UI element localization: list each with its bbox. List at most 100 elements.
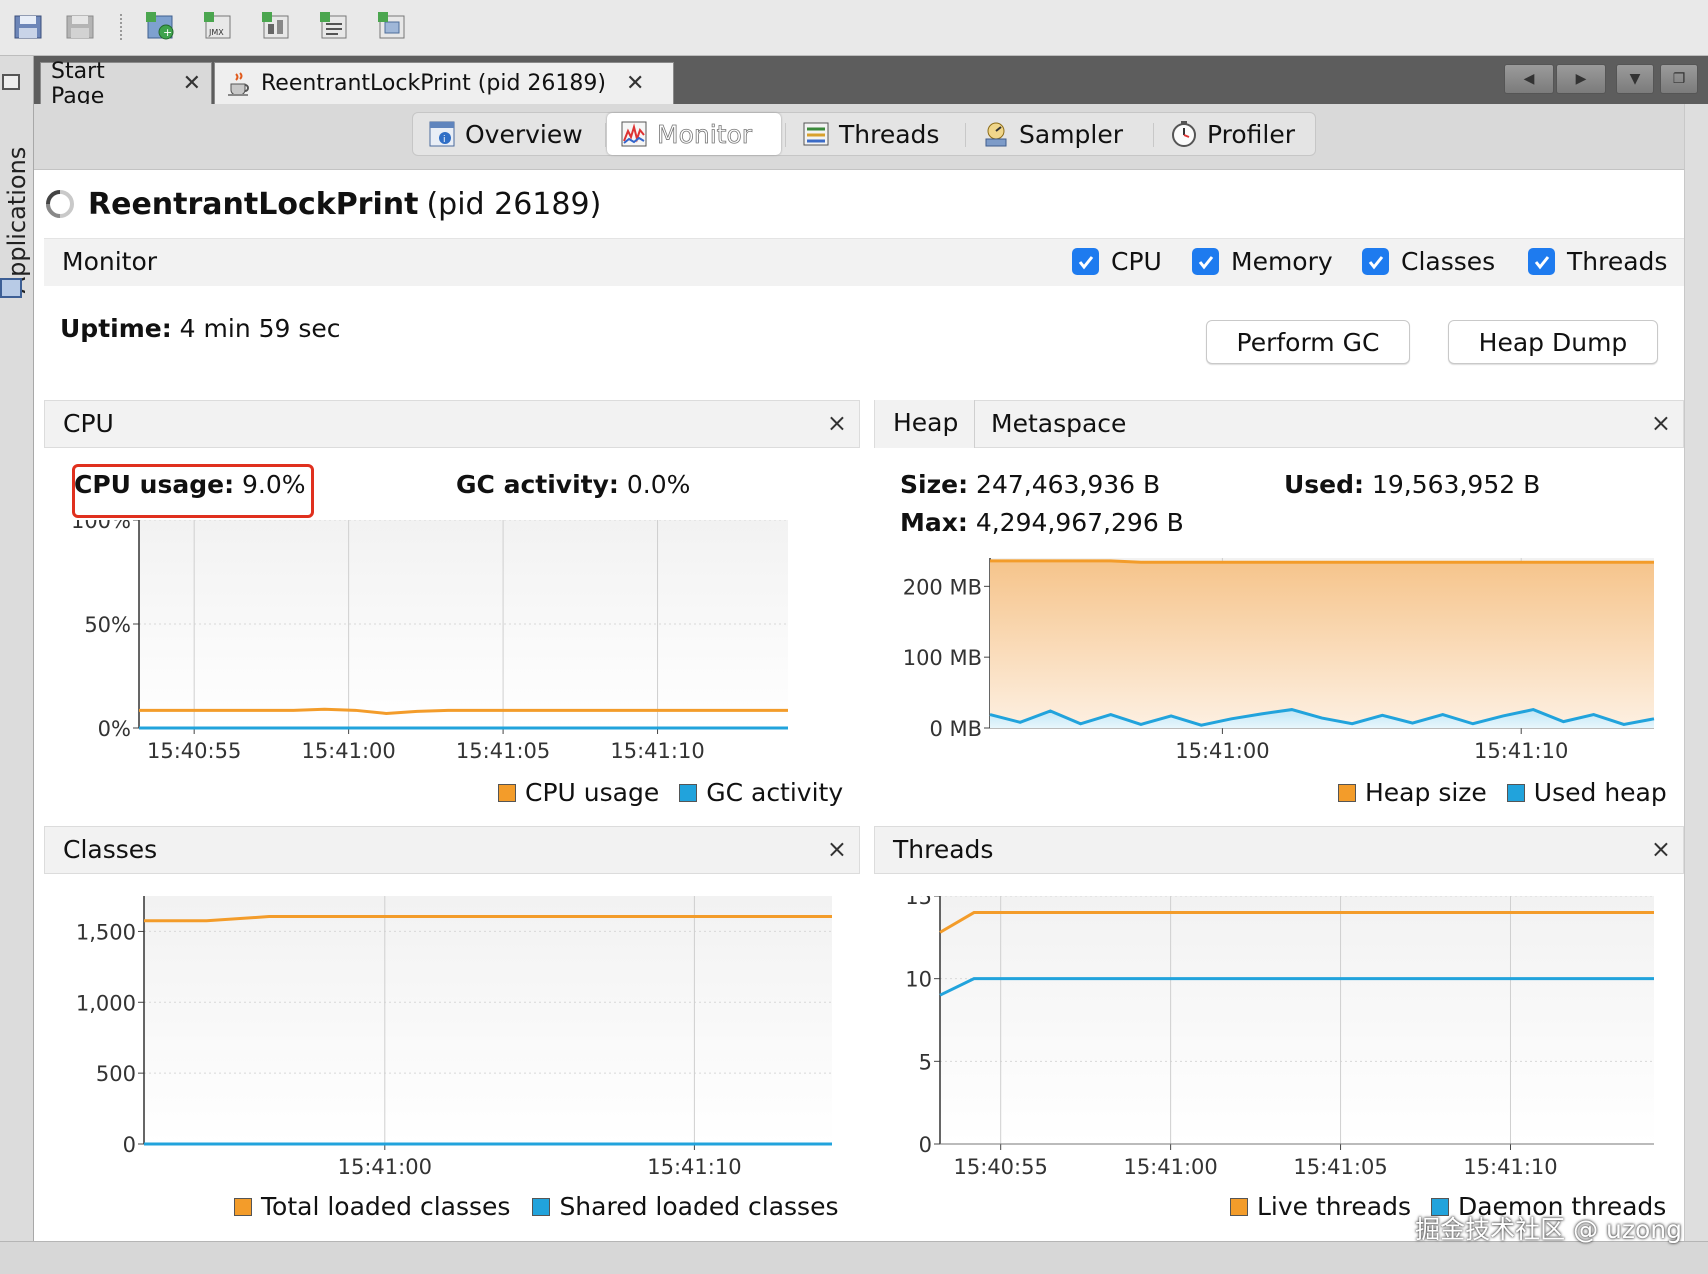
maximize-icon[interactable]: ❐ bbox=[1660, 64, 1698, 94]
add-jmx-icon[interactable]: + bbox=[142, 10, 178, 44]
x-tick-label: 15:40:55 bbox=[147, 739, 241, 760]
checkbox-threads-label: Threads bbox=[1567, 247, 1668, 276]
scroll-right-icon[interactable]: ▶ bbox=[1556, 64, 1606, 94]
y-tick-label: 5 bbox=[919, 1050, 932, 1074]
save-disabled-icon bbox=[62, 10, 98, 44]
plot-area bbox=[940, 896, 1654, 1144]
tab-application[interactable]: ReentrantLockPrint (pid 26189) ✕ bbox=[214, 62, 674, 104]
y-tick-label: 200 MB bbox=[903, 575, 982, 599]
svg-text:JMX: JMX bbox=[208, 28, 224, 37]
x-tick-label: 15:41:05 bbox=[456, 739, 550, 760]
threads-panel: Threads × 0 5 10 15 15:40:55 15:41:00 15:41:05… bbox=[874, 826, 1684, 1236]
tab-overview[interactable]: i Overview bbox=[427, 113, 597, 155]
y-tick-label: 10 bbox=[905, 968, 932, 992]
perform-gc-button[interactable]: Perform GC bbox=[1206, 320, 1410, 364]
classes-panel-header: Classes × bbox=[44, 826, 860, 874]
x-tick-label: 15:41:10 bbox=[647, 1155, 741, 1179]
sampler-icon bbox=[985, 122, 1007, 147]
legend-swatch-orange bbox=[1230, 1197, 1248, 1216]
legend-live-threads: Live threads bbox=[1257, 1192, 1411, 1221]
tab-threads-label: Threads bbox=[839, 119, 940, 149]
tab-sampler-label: Sampler bbox=[1019, 119, 1124, 149]
add-jmx-connection-icon[interactable]: JMX bbox=[200, 10, 236, 44]
tab-profiler[interactable]: Profiler bbox=[1161, 113, 1311, 155]
heap-panel-header: Heap Metaspace × bbox=[874, 400, 1684, 448]
y-tick-label: 0% bbox=[98, 717, 131, 741]
y-tick-label: 0 bbox=[919, 1133, 932, 1157]
y-tick-label: 0 bbox=[123, 1133, 136, 1157]
tab-start-page-label: Start Page bbox=[51, 58, 105, 109]
clock-icon bbox=[1172, 121, 1196, 147]
close-icon[interactable]: × bbox=[1651, 409, 1671, 437]
y-tick-label: 50% bbox=[84, 613, 131, 637]
tab-metaspace[interactable]: Metaspace bbox=[991, 409, 1126, 438]
cpu-panel-header: CPU × bbox=[44, 400, 860, 448]
heap-panel: Heap Metaspace × Size: 247,463,936 B Use… bbox=[874, 400, 1684, 820]
classes-panel-title: Classes bbox=[63, 835, 158, 864]
window-restore-icon[interactable] bbox=[2, 74, 20, 90]
snapshot-icon[interactable] bbox=[374, 10, 410, 44]
y-tick-label: 100 MB bbox=[903, 646, 982, 670]
legend-swatch-blue bbox=[1506, 783, 1525, 802]
close-icon[interactable]: ✕ bbox=[626, 71, 644, 96]
close-icon[interactable]: × bbox=[827, 835, 847, 863]
close-icon[interactable]: × bbox=[1651, 835, 1671, 863]
page-title: ReentrantLockPrint (pid 26189) bbox=[44, 180, 601, 228]
x-tick-label: 15:41:10 bbox=[1474, 739, 1568, 758]
highlight-box bbox=[72, 464, 314, 518]
checkmark-icon bbox=[1362, 248, 1389, 275]
y-tick-label: 1,000 bbox=[76, 991, 136, 1015]
tab-sampler[interactable]: Sampler bbox=[973, 113, 1143, 155]
uptime: Uptime: 4 min 59 sec bbox=[60, 314, 341, 343]
thread-dump-icon[interactable] bbox=[316, 10, 352, 44]
heap-legend: Heap size Used heap bbox=[1338, 778, 1667, 807]
checkbox-threads[interactable]: Threads bbox=[1528, 247, 1667, 276]
scroll-left-icon[interactable]: ◀ bbox=[1504, 64, 1554, 94]
legend-used-heap: Used heap bbox=[1533, 778, 1667, 807]
view-tabs: i Overview Monitor Threads Sampler Profi… bbox=[412, 112, 1316, 156]
tab-start-page[interactable]: Start Page ✕ bbox=[40, 59, 212, 109]
cpu-panel-title: CPU bbox=[63, 409, 114, 438]
series-line-0 bbox=[990, 559, 1654, 564]
svg-text:i: i bbox=[443, 135, 446, 145]
applications-icon[interactable] bbox=[0, 278, 22, 298]
heap-max-stat: Max: 4,294,967,296 B bbox=[900, 508, 1184, 537]
checkmark-icon bbox=[1528, 248, 1555, 275]
close-icon[interactable]: ✕ bbox=[183, 71, 201, 96]
app-name: ReentrantLockPrint bbox=[88, 186, 419, 222]
checkbox-memory[interactable]: Memory bbox=[1192, 247, 1333, 276]
x-tick-label: 15:41:10 bbox=[1463, 1155, 1557, 1179]
tab-monitor[interactable]: Monitor bbox=[607, 113, 781, 155]
legend-cpu-usage: CPU usage bbox=[525, 778, 660, 807]
checkbox-classes[interactable]: Classes bbox=[1362, 247, 1495, 276]
tab-threads[interactable]: Threads bbox=[793, 113, 953, 155]
watermark: 掘金技术社区 @ uzong bbox=[1415, 1215, 1682, 1244]
threads-icon bbox=[803, 122, 829, 146]
chevron-down-icon[interactable]: ▼ bbox=[1616, 64, 1654, 94]
monitor-header: Monitor CPU Memory Classes Threads bbox=[44, 238, 1684, 286]
checkbox-classes-label: Classes bbox=[1401, 247, 1496, 276]
legend-shared-loaded: Shared loaded classes bbox=[559, 1192, 839, 1221]
tab-application-label: ReentrantLockPrint (pid 26189) bbox=[261, 71, 606, 96]
heap-size-label: Size: bbox=[900, 470, 969, 499]
heap-dump-icon[interactable] bbox=[258, 10, 294, 44]
legend-swatch-blue bbox=[679, 783, 698, 802]
checkbox-cpu[interactable]: CPU bbox=[1072, 247, 1162, 276]
checkmark-icon bbox=[1192, 248, 1219, 275]
classes-chart: 0 500 1,000 1,500 15:41:00 15:41:10 bbox=[76, 896, 832, 1179]
legend-gc-activity: GC activity bbox=[706, 778, 844, 807]
legend-heap-size: Heap size bbox=[1365, 778, 1487, 807]
legend-swatch-orange bbox=[234, 1197, 252, 1216]
save-icon[interactable] bbox=[10, 10, 46, 44]
y-tick-label: 0 MB bbox=[929, 717, 982, 741]
checkbox-cpu-label: CPU bbox=[1111, 247, 1162, 276]
app-pid: (pid 26189) bbox=[426, 186, 602, 222]
heap-used-stat: Used: 19,563,952 B bbox=[1284, 470, 1540, 499]
tab-overview-label: Overview bbox=[465, 119, 583, 149]
heap-dump-button[interactable]: Heap Dump bbox=[1448, 320, 1658, 364]
gc-activity-label: GC activity: bbox=[456, 470, 619, 499]
close-icon[interactable]: × bbox=[827, 409, 847, 437]
tab-heap[interactable]: Heap bbox=[875, 400, 975, 448]
checkmark-icon bbox=[1072, 248, 1099, 275]
left-rail: Applications bbox=[0, 56, 34, 1241]
